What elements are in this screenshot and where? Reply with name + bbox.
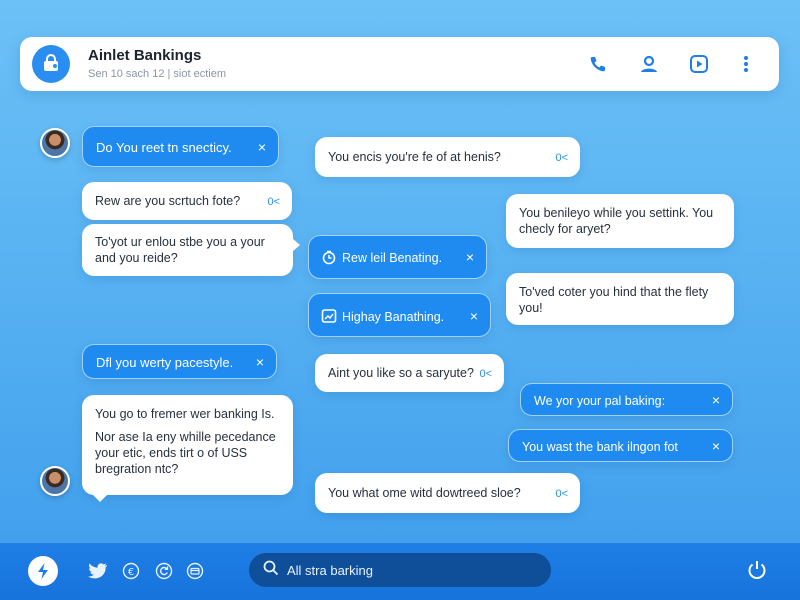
message-text: You encis you're fe of at henis? xyxy=(328,150,501,164)
close-icon[interactable]: × xyxy=(258,139,266,155)
message-bubble[interactable]: To'yot ur enlou stbe you a your and you … xyxy=(82,224,300,276)
message-text: Aint you like so a saryute? xyxy=(328,366,474,380)
message-text: checly for aryet? xyxy=(519,222,611,236)
power-icon[interactable] xyxy=(744,557,770,583)
close-icon[interactable]: × xyxy=(466,249,474,265)
video-icon[interactable] xyxy=(686,51,712,77)
chat-subtitle: Sen 10 sach 12 | siot ectiem xyxy=(88,68,226,80)
message-text: Dfl you werty pacestyle. xyxy=(96,355,234,370)
message-text: You what ome witd dowtreed sloe? xyxy=(328,486,521,500)
svg-text:€: € xyxy=(128,567,134,578)
close-icon[interactable]: × xyxy=(256,354,264,370)
reply-icon[interactable]: 0< xyxy=(555,486,568,502)
message-text: you! xyxy=(519,301,543,315)
message-bubble[interactable]: Rew leil Benating. × xyxy=(308,235,487,279)
message-bubble[interactable]: You what ome witd dowtreed sloe? 0< xyxy=(315,473,580,513)
message-bubble[interactable]: Rew are you scrtuch fote? 0< xyxy=(82,182,292,220)
message-text: You benileyo while you settink. You xyxy=(519,206,714,220)
message-bubble[interactable]: You benileyo while you settink. You chec… xyxy=(506,194,734,248)
bottom-toolbar: € xyxy=(0,543,800,600)
message-text: and you reide? xyxy=(95,251,178,265)
message-bubble[interactable]: Dfl you werty pacestyle. × xyxy=(82,344,277,379)
message-text: Rew are you scrtuch fote? xyxy=(95,194,241,208)
image-icon xyxy=(321,308,337,328)
message-text: Highay Banathing. xyxy=(342,310,445,324)
message-text: Do You reet tn snecticy. xyxy=(96,140,232,155)
message-text: You wast the bank ilngon fot xyxy=(522,440,678,454)
close-icon[interactable]: × xyxy=(712,392,720,408)
message-text: We yor your pal baking: xyxy=(534,394,666,408)
message-bubble[interactable]: Do You reet tn snecticy. × xyxy=(82,126,279,167)
message-text: Nor ase Ia eny whille pecedance xyxy=(95,430,276,444)
phone-icon[interactable] xyxy=(585,51,611,77)
message-bubble[interactable]: You encis you're fe of at henis? 0< xyxy=(315,137,580,177)
close-icon[interactable]: × xyxy=(470,308,478,324)
more-icon[interactable] xyxy=(733,51,759,77)
message-text: bregration ntc? xyxy=(95,462,179,476)
avatar[interactable] xyxy=(40,466,70,496)
contact-icon[interactable] xyxy=(636,51,662,77)
message-bubble[interactable]: You go to fremer wer banking Is. Nor ase… xyxy=(82,395,293,502)
message-text: To'yot ur enlou stbe you a your xyxy=(95,235,265,249)
message-text: To'ved coter you hind that the flety xyxy=(519,285,709,299)
reply-icon[interactable]: 0< xyxy=(267,194,280,210)
card-icon[interactable] xyxy=(182,558,208,584)
clock-icon xyxy=(321,249,337,269)
message-bubble[interactable]: To'ved coter you hind that the flety you… xyxy=(506,273,734,325)
message-bubble[interactable]: Highay Banathing. × xyxy=(308,293,491,337)
reply-icon[interactable]: 0< xyxy=(479,366,492,382)
message-text: You go to fremer wer banking Is. xyxy=(95,407,275,421)
message-bubble[interactable]: Aint you like so a saryute? 0< xyxy=(315,354,504,392)
close-icon[interactable]: × xyxy=(712,438,720,454)
bird-icon[interactable] xyxy=(85,558,111,584)
chat-header: Ainlet Bankings Sen 10 sach 12 | siot ec… xyxy=(20,37,779,91)
app-logo-icon xyxy=(32,45,70,83)
bolt-icon[interactable] xyxy=(28,556,58,586)
search-bar[interactable] xyxy=(249,553,551,587)
message-bubble[interactable]: You wast the bank ilngon fot × xyxy=(508,429,733,462)
reply-icon[interactable]: 0< xyxy=(555,150,568,166)
search-input[interactable] xyxy=(287,562,527,578)
refresh-icon[interactable] xyxy=(151,558,177,584)
euro-icon[interactable]: € xyxy=(118,558,144,584)
avatar[interactable] xyxy=(40,128,70,158)
chat-title: Ainlet Bankings xyxy=(88,47,202,64)
message-text: your etic, ends tirt o of USS xyxy=(95,446,248,460)
search-icon xyxy=(263,560,279,581)
message-bubble[interactable]: We yor your pal baking: × xyxy=(520,383,733,416)
message-text: Rew leil Benating. xyxy=(342,251,443,265)
